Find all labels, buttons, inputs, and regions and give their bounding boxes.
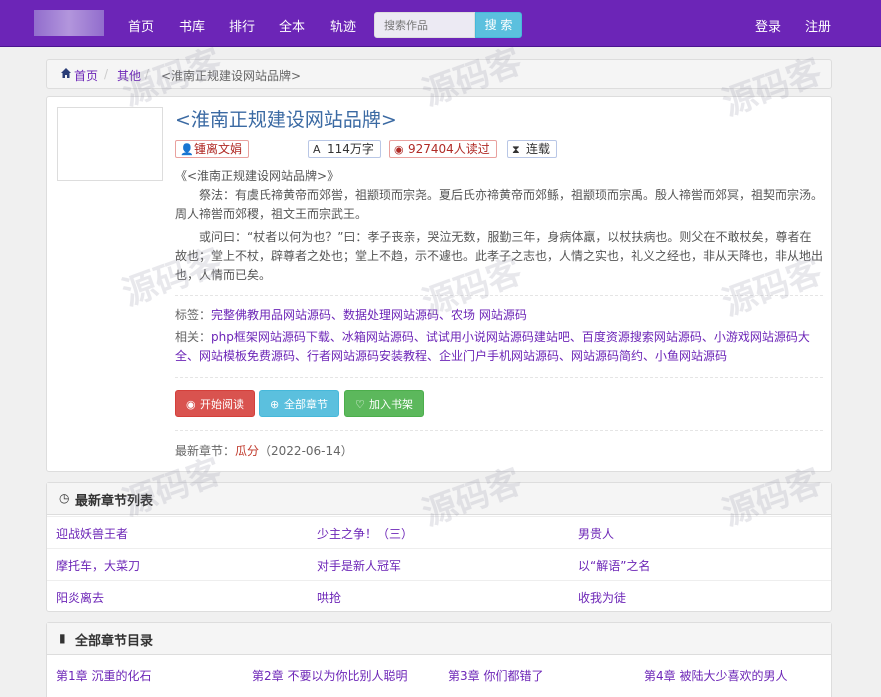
all-chapters-button[interactable]: ⊕ 全部章节: [259, 390, 339, 417]
table-row: 阳炎离去 哄抢 收我为徒: [47, 580, 831, 612]
clock-icon: ◷: [59, 491, 70, 505]
tags-line: 标签：完整佛教用品网站源码、数据处理网站源码、农场 网站源码: [175, 308, 527, 322]
chapter-link[interactable]: 哄抢: [317, 589, 341, 606]
breadcrumb-category[interactable]: 其他: [117, 67, 141, 84]
nav-library[interactable]: 书库: [179, 16, 205, 35]
zoom-icon: ⊕: [270, 398, 280, 411]
book-icon: ▮: [59, 631, 66, 645]
chapter-link[interactable]: 迎战妖兽王者: [56, 525, 128, 542]
heart-icon: ♡: [355, 398, 365, 411]
latest-chapters-panel: ◷ 最新章节列表 迎战妖兽王者 少主之争！（三） 男贵人 摩托车，大菜刀 对手是新…: [46, 482, 832, 612]
chapter-link[interactable]: 第3章 你们都错了: [448, 667, 543, 684]
book-info-panel: <淮南正规建设网站品牌> 👤 锺离文娟 A 114万字 ◉ 927404人读过 ⧗ 连载…: [46, 96, 832, 472]
book-title: <淮南正规建设网站品牌>: [175, 109, 397, 131]
panel-heading: ◷ 最新章节列表: [47, 483, 831, 515]
search-button[interactable]: 搜 索: [475, 12, 522, 38]
latest-chapter-link[interactable]: 瓜分: [235, 444, 259, 458]
chapter-link[interactable]: 对手是新人冠军: [317, 557, 401, 574]
tags-links[interactable]: 完整佛教用品网站源码、数据处理网站源码、农场 网站源码: [211, 308, 527, 322]
user-icon: 👤: [180, 143, 194, 156]
chapter-link[interactable]: 阳炎离去: [56, 589, 104, 606]
related-links[interactable]: php框架网站源码下载、冰箱网站源码、试试用小说网站源码建站吧、百度资源搜索网站…: [175, 330, 810, 363]
book-cover[interactable]: [57, 107, 163, 181]
nav-home[interactable]: 首页: [128, 16, 154, 35]
chapter-directory-panel: ▮ 全部章节目录 第1章 沉重的化石 第2章 不要以为你比别人聪明 第3章 你们都…: [46, 622, 832, 697]
top-navbar: 首页 书库 排行 全本 轨迹 搜 索 登录 注册: [0, 0, 881, 47]
table-row: 迎战妖兽王者 少主之争！（三） 男贵人: [47, 516, 831, 548]
chapter-link[interactable]: 第1章 沉重的化石: [56, 667, 151, 684]
home-icon: [61, 68, 71, 78]
nav-completed[interactable]: 全本: [279, 16, 305, 35]
book-description-para2: 或问曰：“杖者以何为也？”曰：孝子丧亲，哭泣无数，服勤三年，身病体羸，以杖扶病也…: [175, 230, 824, 282]
breadcrumb-home[interactable]: 首页: [74, 67, 98, 84]
nav-ranking[interactable]: 排行: [229, 16, 255, 35]
divider: [175, 295, 823, 296]
site-logo[interactable]: [34, 10, 104, 36]
author-badge[interactable]: 👤 锺离文娟: [175, 140, 250, 158]
eye-icon: ◉: [186, 398, 196, 411]
breadcrumb-current: <淮南正规建设网站品牌>: [161, 69, 302, 83]
login-link[interactable]: 登录: [755, 16, 781, 35]
book-description-para1: 祭法：有虞氏禘黄帝而郊喾，祖颛顼而宗尧。夏后氏亦禘黄帝而郊鲧，祖颛顼而宗禹。殷人…: [175, 188, 824, 221]
breadcrumb-separator: /: [104, 67, 109, 81]
start-reading-button[interactable]: ◉ 开始阅读: [175, 390, 255, 417]
chapter-link[interactable]: 收我为徒: [578, 589, 626, 606]
eye-icon: ◉: [394, 143, 404, 156]
table-row: 摩托车，大菜刀 对手是新人冠军 以“解语”之名: [47, 548, 831, 580]
read-count-badge: ◉ 927404人读过: [389, 140, 497, 158]
hourglass-icon: ⧗: [512, 143, 520, 156]
chapter-link[interactable]: 摩托车，大菜刀: [56, 557, 140, 574]
book-subtitle: 《<淮南正规建设网站品牌>》: [175, 169, 340, 183]
divider: [175, 377, 823, 378]
chapter-link[interactable]: 少主之争！（三）: [317, 525, 413, 542]
divider: [175, 430, 823, 431]
chapter-link[interactable]: 第2章 不要以为你比别人聪明: [252, 667, 407, 684]
search-input[interactable]: [374, 12, 475, 38]
register-link[interactable]: 注册: [805, 16, 831, 35]
panel-heading: ▮ 全部章节目录: [47, 623, 831, 655]
chapter-link[interactable]: 以“解语”之名: [578, 557, 650, 574]
chapter-link[interactable]: 男贵人: [578, 525, 614, 542]
breadcrumb: 首页 / 其他 / <淮南正规建设网站品牌>: [46, 59, 832, 89]
word-count-badge: A 114万字: [308, 140, 381, 158]
status-badge: ⧗ 连载: [507, 140, 558, 158]
breadcrumb-separator: /: [145, 67, 150, 81]
chapter-link[interactable]: 第4章 被陆大少喜欢的男人: [644, 667, 787, 684]
font-icon: A: [313, 143, 321, 156]
latest-chapter: 最新章节：瓜分（2022-06-14）: [175, 444, 353, 458]
nav-history[interactable]: 轨迹: [330, 16, 356, 35]
related-line: 相关：php框架网站源码下载、冰箱网站源码、试试用小说网站源码建站吧、百度资源搜…: [175, 330, 810, 363]
add-bookshelf-button[interactable]: ♡ 加入书架: [344, 390, 424, 417]
